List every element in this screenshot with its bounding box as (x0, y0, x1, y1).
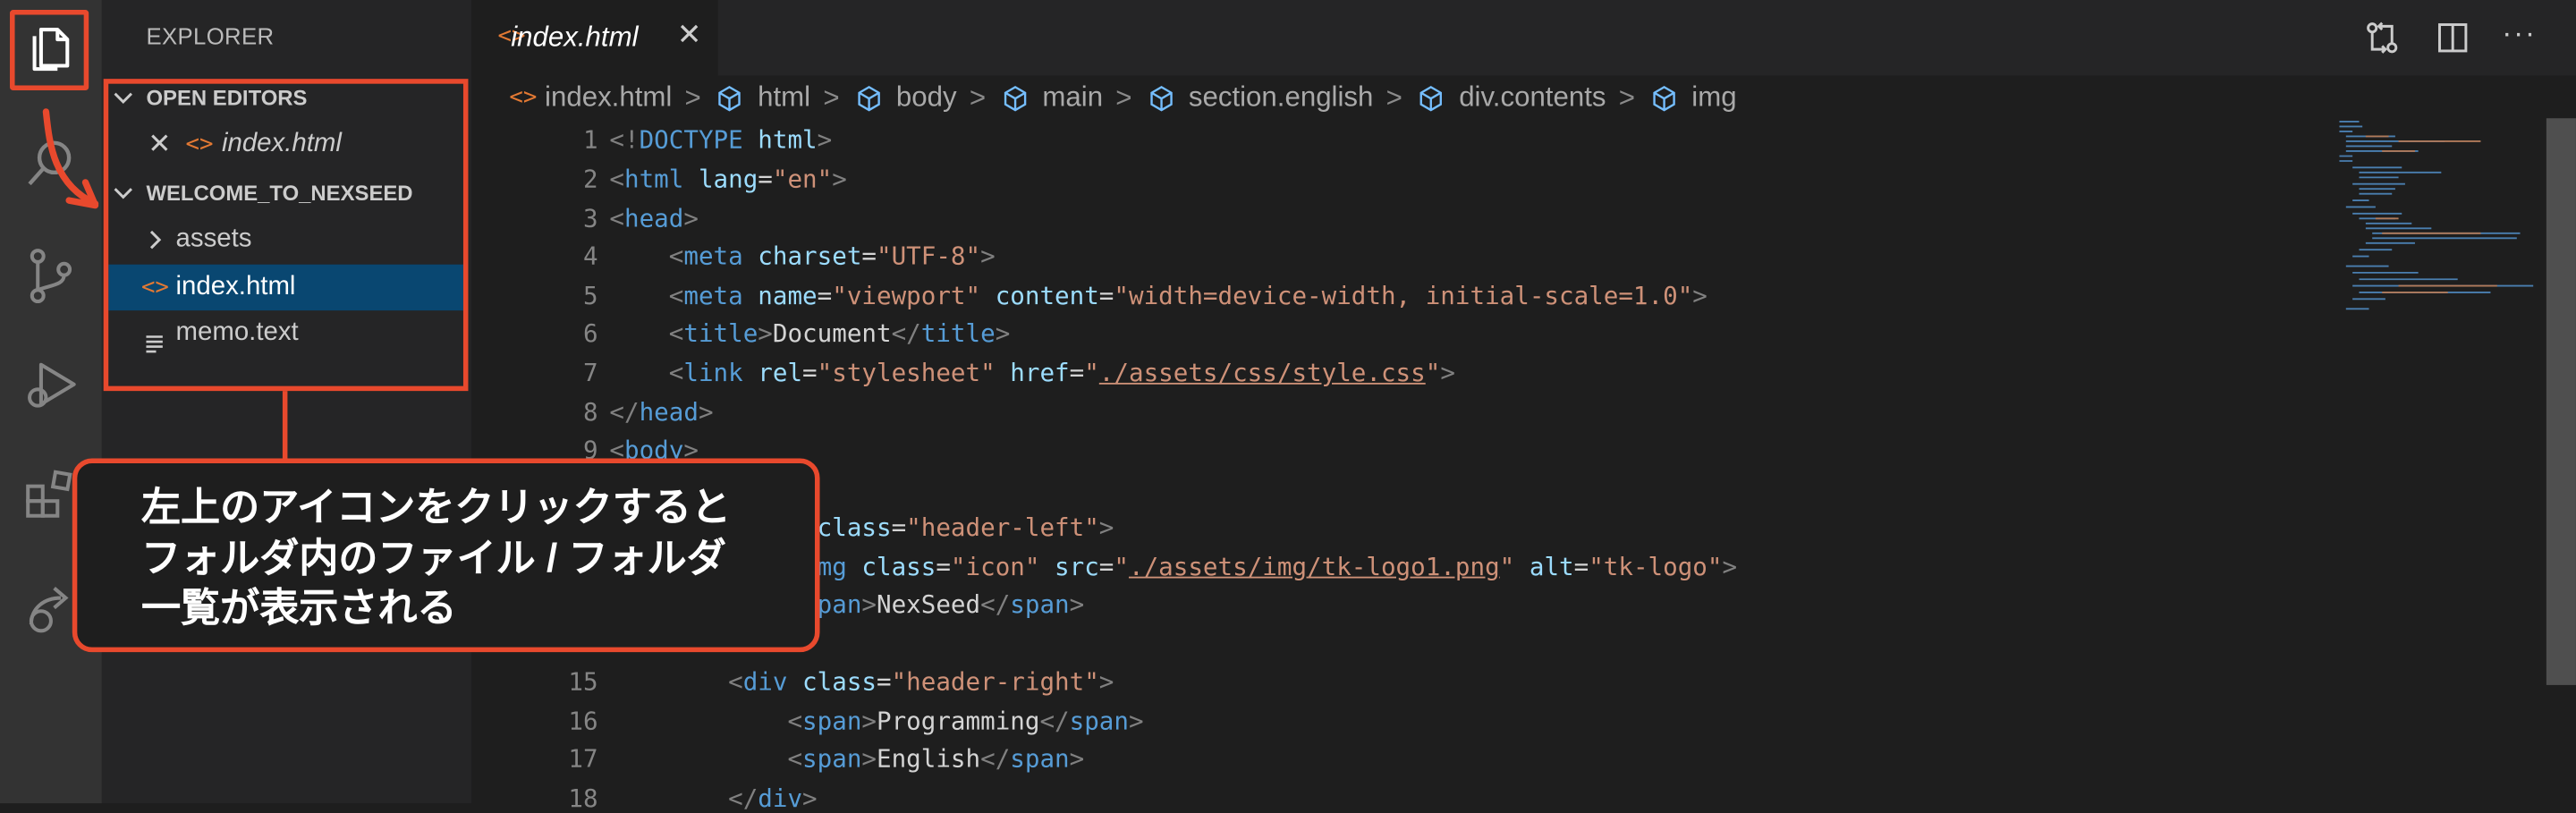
line-number: 2 (582, 164, 598, 194)
code-line: <html lang="en"> (609, 164, 847, 194)
element-cube-icon (719, 85, 741, 111)
line-number: 7 (582, 358, 598, 388)
code-line: <title>Document</title> (668, 318, 1011, 349)
code-line: <meta name="viewport" content="width=dev… (668, 281, 1707, 311)
callout-text-line: 一覧が表示される (140, 586, 457, 631)
code-line: <link rel="stylesheet" href="./assets/cs… (668, 358, 1455, 388)
compare-changes-icon[interactable] (2366, 20, 2399, 64)
element-cube-icon (1653, 85, 1675, 111)
callout-text-line: 左上のアイコンをクリックすると (140, 486, 731, 531)
callout-text-line: フォルダ内のファイル / フォルダ (140, 537, 726, 582)
line-number: 3 (582, 203, 598, 233)
line-number: 17 (568, 744, 598, 775)
line-number: 1 (582, 124, 598, 155)
breadcrumb-item[interactable]: body (896, 81, 957, 113)
html-code-icon: <> (509, 84, 538, 112)
source-control-icon[interactable] (21, 247, 80, 306)
chevron-right-icon: > (1618, 80, 1635, 113)
breadcrumb-item[interactable]: section.english (1189, 81, 1374, 113)
highlight-explorer-icon (10, 10, 89, 91)
tab-close-icon[interactable]: ✕ (677, 18, 702, 53)
code-line: <span>Programming</span> (787, 706, 1144, 736)
code-line: <meta charset="UTF-8"> (668, 241, 996, 272)
breadcrumb: <> index.html > html > body > main > sec… (509, 80, 1736, 120)
annotation-arrow-icon (23, 102, 115, 233)
line-number: 16 (568, 706, 598, 736)
line-number: 8 (582, 397, 598, 428)
line-number: 15 (568, 666, 598, 697)
element-cube-icon (1420, 85, 1443, 111)
tab-label: index.html (511, 21, 639, 53)
code-line: <span>English</span> (787, 744, 1085, 775)
element-cube-icon (1149, 85, 1173, 111)
code-line: <head> (609, 203, 699, 233)
element-cube-icon (1004, 85, 1026, 111)
code-line: <div class="header-right"> (728, 666, 1114, 697)
line-number: 18 (568, 783, 598, 813)
run-debug-icon[interactable] (21, 355, 80, 414)
vertical-scrollbar[interactable] (2546, 118, 2576, 685)
element-cube-icon (857, 85, 880, 111)
split-editor-icon[interactable] (2436, 21, 2470, 63)
breadcrumb-item[interactable]: div.contents (1459, 81, 1606, 113)
chevron-right-icon: > (969, 80, 987, 113)
line-number: 5 (582, 281, 598, 311)
chevron-right-icon: > (1385, 80, 1402, 113)
breadcrumb-item[interactable]: index.html (545, 81, 672, 113)
code-line: </div> (728, 783, 818, 813)
tab-bar (471, 0, 2576, 76)
minimap[interactable] (2333, 118, 2543, 348)
chevron-right-icon: > (1115, 80, 1132, 113)
explorer-title: EXPLORER (146, 22, 275, 50)
chevron-right-icon: > (684, 80, 701, 113)
highlight-explorer-panel (103, 79, 469, 392)
line-number: 6 (582, 318, 598, 349)
callout-connector (282, 391, 288, 461)
more-actions-icon[interactable]: ··· (2502, 16, 2537, 51)
line-number: 4 (582, 241, 598, 272)
code-line: </head> (609, 397, 714, 428)
breadcrumb-item[interactable]: img (1691, 81, 1736, 113)
chevron-right-icon: > (823, 80, 840, 113)
code-line: <!DOCTYPE html> (609, 124, 833, 155)
breadcrumb-item[interactable]: html (758, 81, 810, 113)
breadcrumb-item[interactable]: main (1042, 81, 1103, 113)
